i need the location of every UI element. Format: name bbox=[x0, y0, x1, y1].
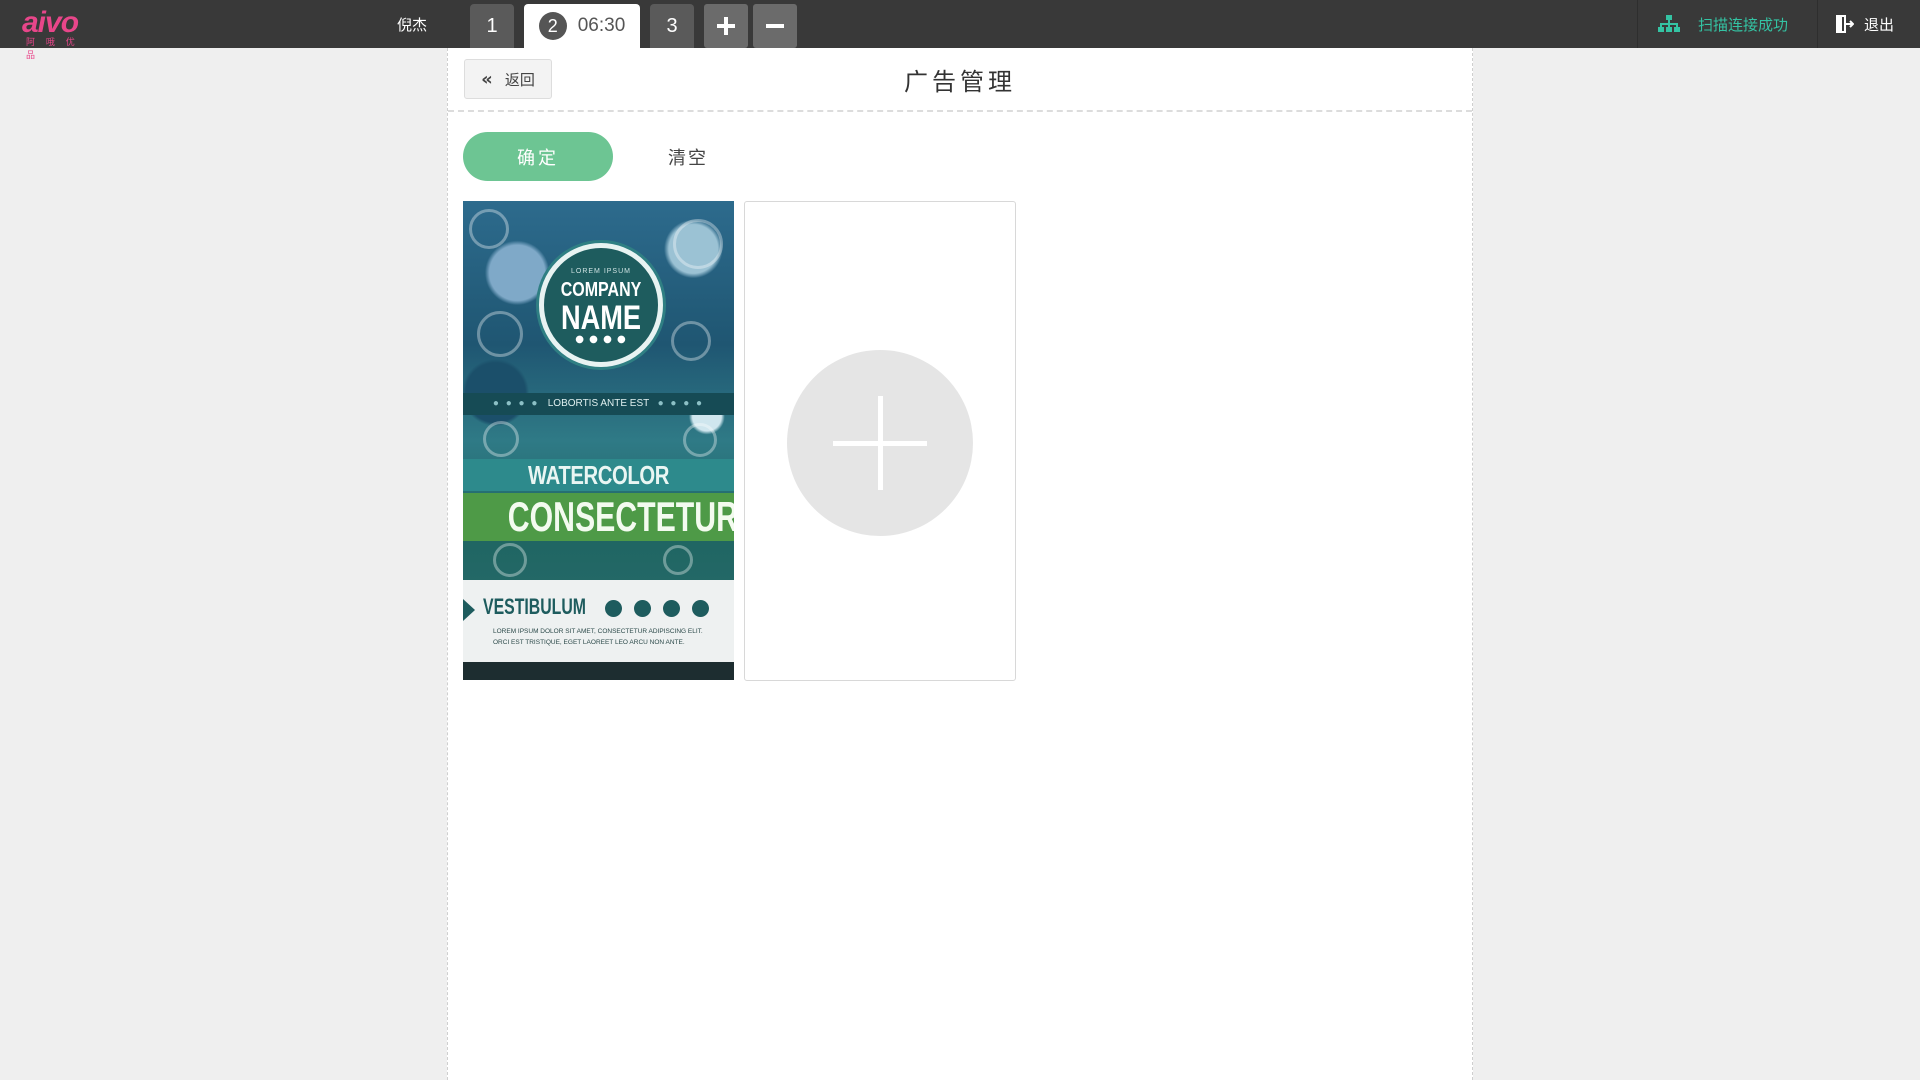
tab-1[interactable]: 1 bbox=[470, 4, 514, 48]
panel-header: « 返回 广告管理 bbox=[448, 48, 1472, 112]
add-image-card[interactable] bbox=[744, 201, 1016, 681]
clear-button[interactable]: 清空 bbox=[658, 132, 718, 181]
ad-management-panel: « 返回 广告管理 确定 清空 LOREM IPSUM COMPANY NAME… bbox=[447, 48, 1473, 1080]
logout-button[interactable]: 退出 bbox=[1817, 0, 1920, 48]
tab-2-number: 2 bbox=[538, 12, 567, 40]
status-text: 扫描连接成功 bbox=[1698, 15, 1789, 34]
username: 倪杰 bbox=[397, 16, 428, 34]
remove-tab-button[interactable] bbox=[753, 4, 797, 48]
logo: aivo 阿 哦 优 品 bbox=[22, 4, 96, 61]
page-title: 广告管理 bbox=[904, 68, 1016, 96]
poster-band: ● ● ● ● LOBORTIS ANTE EST ● ● ● ● bbox=[463, 393, 734, 415]
tab-2-timer: 06:30 bbox=[577, 15, 626, 36]
poster-consectetur-text: CONSECTETUR bbox=[463, 493, 734, 541]
add-tab-button[interactable] bbox=[704, 4, 748, 48]
logout-label: 退出 bbox=[1864, 15, 1895, 34]
poster-design-text: WATERCOLOR DESIGN bbox=[463, 459, 734, 522]
ad-image-card[interactable]: LOREM IPSUM COMPANY NAME ● ● ● ● ● ● ● ●… bbox=[463, 201, 734, 680]
logo-subtext: 阿 哦 优 品 bbox=[26, 38, 79, 61]
plus-icon bbox=[787, 350, 973, 536]
tab-3[interactable]: 3 bbox=[650, 4, 694, 48]
poster-name: NAME bbox=[560, 299, 642, 337]
tab-1-label: 1 bbox=[486, 14, 498, 37]
ad-poster-image: LOREM IPSUM COMPANY NAME ● ● ● ● ● ● ● ●… bbox=[463, 201, 734, 680]
confirm-button[interactable]: 确定 bbox=[463, 132, 613, 181]
tab-3-label: 3 bbox=[666, 14, 678, 37]
top-bar: aivo 阿 哦 优 品 倪杰 1 2 06:30 3 扫描连接成功 退出 bbox=[0, 0, 1920, 61]
poster-logo-circle: LOREM IPSUM COMPANY NAME ● ● ● ● bbox=[539, 243, 663, 367]
connection-status[interactable]: 扫描连接成功 bbox=[1637, 0, 1817, 48]
poster-small-text: LOREM IPSUM DOLOR SIT AMET, CONSECTETUR … bbox=[493, 628, 703, 646]
poster-vestibulum-block: VESTIBULUM LOREM IPSUM DOLOR SIT AMET, C… bbox=[463, 580, 734, 662]
tab-2[interactable]: 2 06:30 bbox=[524, 4, 640, 48]
sitemap-icon bbox=[1658, 15, 1680, 32]
poster-band-text: LOBORTIS ANTE EST bbox=[547, 398, 650, 409]
poster-lorem: LOREM IPSUM bbox=[570, 268, 631, 275]
sign-out-icon bbox=[1836, 15, 1854, 33]
triangle-right-icon bbox=[463, 599, 475, 621]
